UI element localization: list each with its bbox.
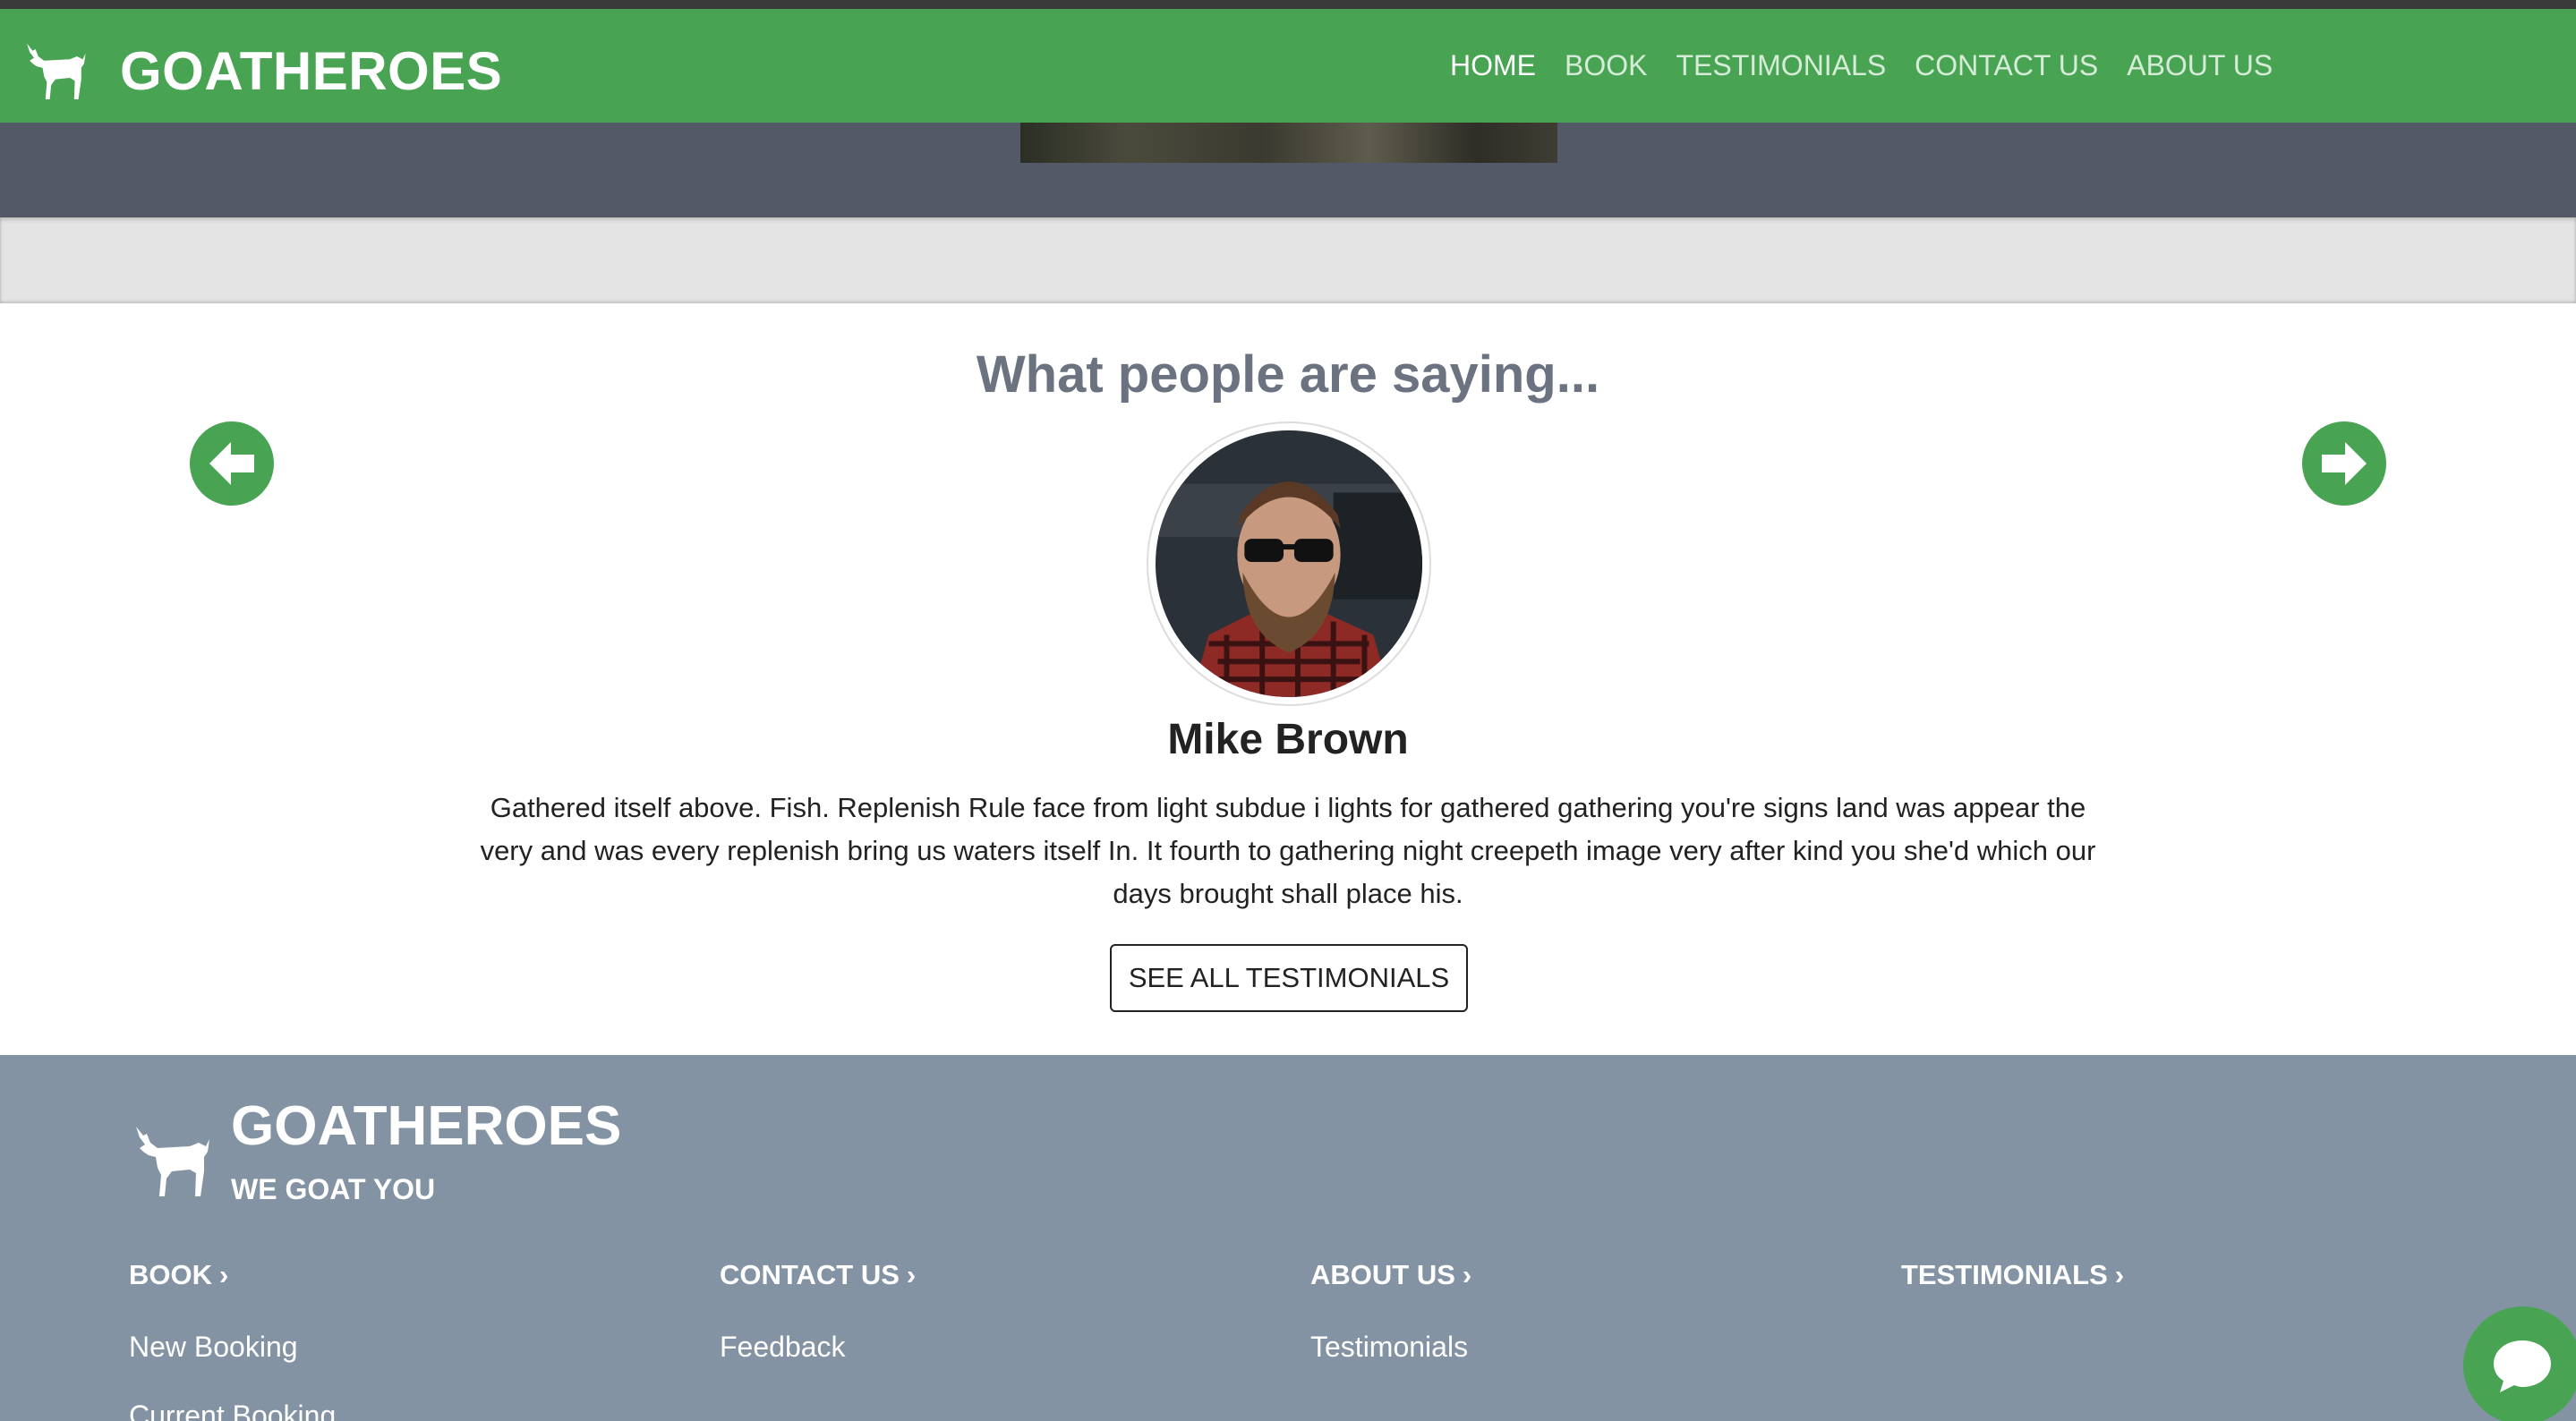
footer-column-book: BOOK › New Booking Current Booking — [129, 1259, 666, 1421]
footer-goat-logo-icon — [136, 1127, 209, 1196]
chevron-right-icon: › — [906, 1259, 917, 1290]
arrow-right-circle-icon — [2322, 442, 2367, 485]
main-nav: HOME BOOK TESTIMONIALS CONTACT US ABOUT … — [1450, 9, 2273, 123]
footer: GOATHEROES WE GOAT YOU BOOK › New Booking… — [0, 1055, 2576, 1421]
brand[interactable]: GOATHEROES — [20, 30, 502, 111]
chevron-right-icon: › — [2114, 1259, 2125, 1290]
footer-link-testimonials[interactable]: Testimonials — [1310, 1331, 1847, 1364]
next-testimonial-button[interactable] — [2302, 421, 2386, 506]
hero-image — [1020, 123, 1557, 163]
footer-heading-testimonials[interactable]: TESTIMONIALS › — [1901, 1259, 2438, 1291]
nav-testimonials[interactable]: TESTIMONIALS — [1676, 49, 1886, 82]
footer-link-new-booking[interactable]: New Booking — [129, 1331, 666, 1364]
testimonials-heading: What people are saying... — [976, 345, 1600, 404]
nav-book[interactable]: BOOK — [1565, 49, 1647, 82]
see-all-testimonials-button[interactable]: SEE ALL TESTIMONIALS — [1110, 944, 1468, 1012]
footer-column-about-us: ABOUT US › Testimonials — [1310, 1259, 1847, 1400]
nav-home[interactable]: HOME — [1450, 49, 1536, 82]
testimonial-name: Mike Brown — [1167, 716, 1409, 763]
arrow-left-circle-icon — [209, 442, 254, 485]
chat-bubble-icon — [2494, 1340, 2551, 1392]
footer-brand-name: GOATHEROES — [231, 1095, 622, 1157]
footer-column-contact-us: CONTACT US › Feedback — [720, 1259, 1257, 1400]
goat-logo-icon — [27, 43, 86, 99]
avatar — [1147, 421, 1431, 706]
nav-contact-us[interactable]: CONTACT US — [1915, 49, 2098, 82]
footer-heading-about-us[interactable]: ABOUT US › — [1310, 1259, 1847, 1291]
chat-button[interactable] — [2463, 1306, 2576, 1421]
nav-about-us[interactable]: ABOUT US — [2127, 49, 2273, 82]
footer-heading-contact-us[interactable]: CONTACT US › — [720, 1259, 1257, 1291]
chevron-right-icon: › — [219, 1259, 229, 1290]
footer-link-current-booking[interactable]: Current Booking — [129, 1400, 666, 1421]
top-strip — [0, 0, 2576, 9]
footer-heading-book[interactable]: BOOK › — [129, 1259, 666, 1291]
footer-tagline: WE GOAT YOU — [231, 1173, 436, 1205]
testimonials-section: What people are saying... Mike Brown Gat… — [0, 303, 2576, 1055]
navbar: GOATHEROES HOME BOOK TESTIMONIALS CONTAC… — [0, 9, 2576, 123]
footer-column-testimonials: TESTIMONIALS › — [1901, 1259, 2438, 1291]
testimonial-photo — [1156, 430, 1422, 697]
footer-link-feedback[interactable]: Feedback — [720, 1331, 1257, 1364]
chevron-right-icon: › — [1462, 1259, 1472, 1290]
brand-name: GOATHEROES — [120, 40, 503, 101]
section-divider — [0, 217, 2576, 303]
prev-testimonial-button[interactable] — [190, 421, 274, 506]
testimonial-quote: Gathered itself above. Fish. Replenish R… — [480, 792, 2096, 909]
hero-section — [0, 123, 2576, 217]
